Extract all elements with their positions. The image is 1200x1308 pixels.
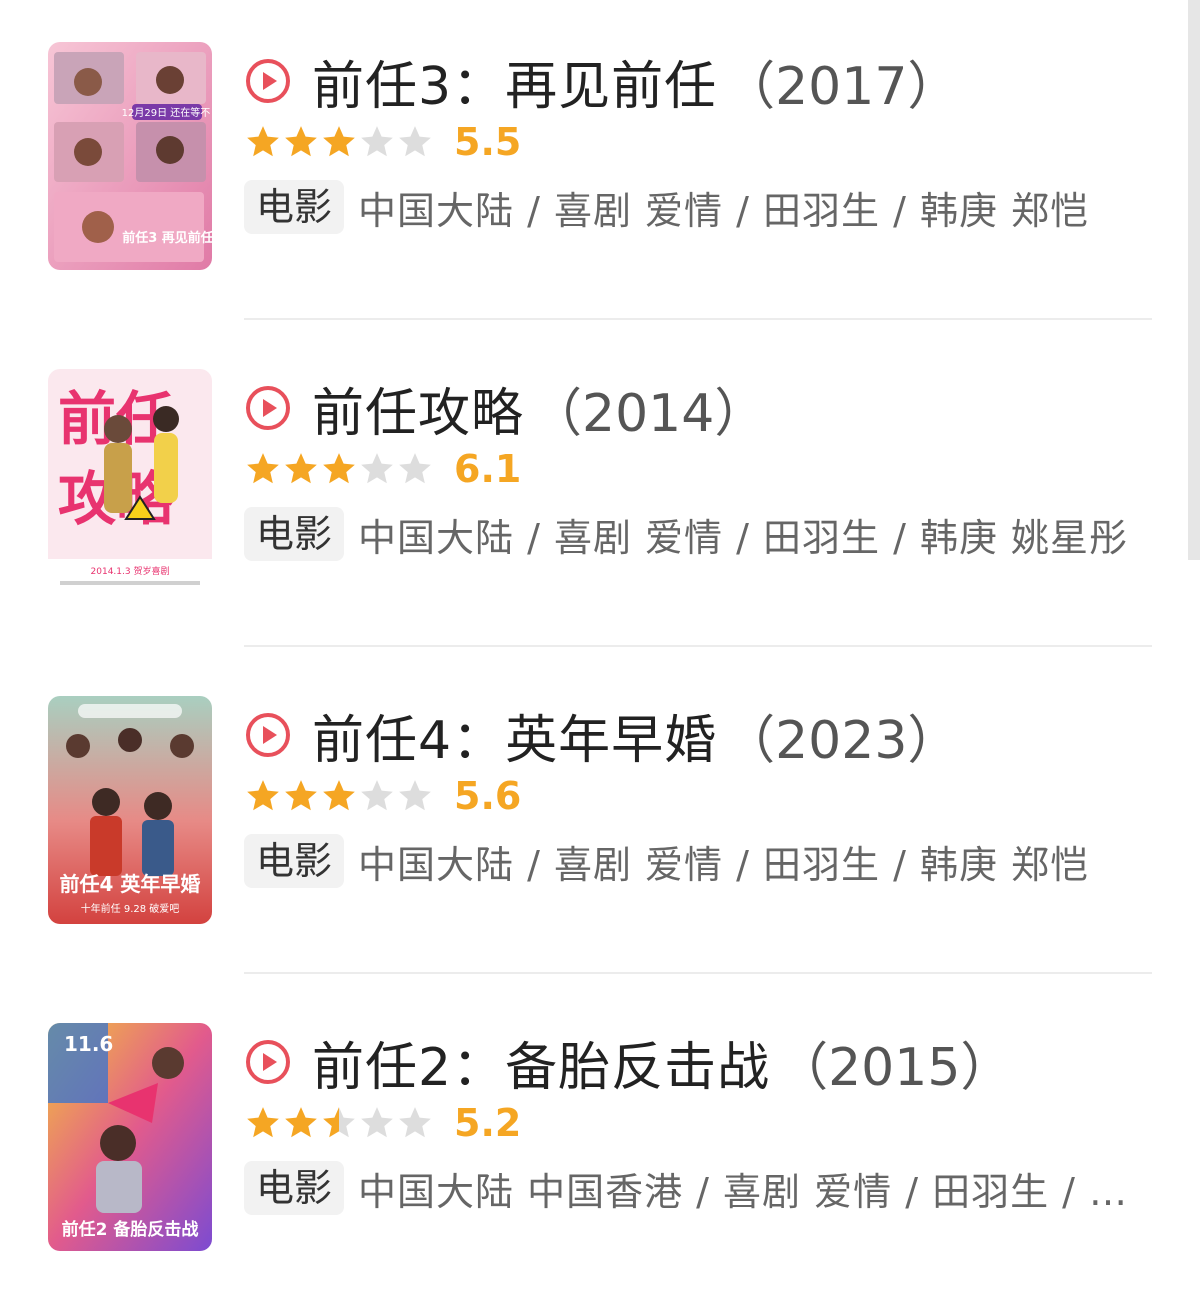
star-icon [247, 780, 279, 811]
movie-poster[interactable]: 前任4 英年早婚 十年前任 9.28 破爱吧 [48, 696, 212, 924]
title-row[interactable]: 前任3：再见前任 （2017） [244, 44, 960, 119]
meta-row: 电影 中国大陆 中国香港 / 喜剧 爱情 / 田羽生 / … [244, 1161, 1128, 1215]
poster-date: 2014.1.3 贺岁喜剧 [91, 565, 170, 577]
star-icon [285, 1107, 317, 1138]
star-icon [399, 453, 431, 484]
play-icon[interactable] [244, 57, 292, 105]
movie-meta: 中国大陆 中国香港 / 喜剧 爱情 / 田羽生 / … [358, 1169, 1129, 1214]
poster-date: 11.6 [64, 1032, 113, 1056]
movie-poster[interactable]: 11.6 前任2 备胎反击战 [48, 1023, 212, 1251]
rating-score: 6.1 [454, 447, 522, 491]
movie-poster[interactable]: 12月29日 还在等不 前任3 再见前任 [48, 42, 212, 270]
play-icon[interactable] [244, 1038, 292, 1086]
movie-meta: 中国大陆 / 喜剧 爱情 / 田羽生 / 韩庚 郑恺 [358, 188, 1090, 233]
rating-row: 5.5 [244, 118, 521, 166]
rating-row: 5.2 [244, 1099, 521, 1147]
star-icon [285, 126, 317, 157]
poster-title: 前任4 英年早婚 [60, 872, 201, 896]
movie-title[interactable]: 前任3：再见前任 [312, 44, 717, 119]
rating-score: 5.2 [454, 1101, 522, 1145]
star-icon [285, 780, 317, 811]
star-icon [361, 780, 393, 811]
movie-year: （2023） [723, 710, 960, 771]
title-row[interactable]: 前任4：英年早婚 （2023） [244, 698, 960, 773]
star-icon [323, 453, 355, 484]
poster-title: 前任3 再见前任 [122, 230, 212, 246]
rating-score: 5.5 [454, 120, 522, 164]
star-icon [247, 126, 279, 157]
star-icon [399, 126, 431, 157]
star-icon [285, 453, 317, 484]
poster-date: 十年前任 9.28 破爱吧 [81, 902, 180, 915]
movie-meta: 中国大陆 / 喜剧 爱情 / 田羽生 / 韩庚 郑恺 [358, 842, 1090, 887]
type-badge: 电影 [244, 1161, 345, 1215]
list-item[interactable]: 前任 攻略 2014.1.3 贺岁喜剧 前任攻略 （2014） [0, 327, 1188, 654]
title-row[interactable]: 前任攻略 （2014） [244, 371, 767, 446]
star-half-icon [323, 1107, 355, 1138]
movie-title[interactable]: 前任2：备胎反击战 [312, 1025, 770, 1100]
poster-image: 前任4 英年早婚 十年前任 9.28 破爱吧 [48, 696, 212, 924]
star-icon [399, 1107, 431, 1138]
star-icon [323, 126, 355, 157]
star-rating [244, 123, 434, 161]
star-icon [361, 1107, 393, 1138]
meta-row: 电影 中国大陆 / 喜剧 爱情 / 田羽生 / 韩庚 郑恺 [244, 180, 1089, 234]
star-icon [323, 780, 355, 811]
star-icon [361, 126, 393, 157]
title-row[interactable]: 前任2：备胎反击战 （2015） [244, 1025, 1013, 1100]
star-icon [399, 780, 431, 811]
rating-score: 5.6 [454, 774, 522, 818]
divider [244, 645, 1152, 647]
divider [244, 972, 1152, 974]
rating-row: 6.1 [244, 445, 521, 493]
poster-date: 12月29日 还在等不 [122, 106, 211, 119]
movie-title[interactable]: 前任攻略 [312, 371, 524, 446]
play-icon[interactable] [244, 384, 292, 432]
star-icon [361, 453, 393, 484]
type-badge: 电影 [244, 180, 345, 234]
poster-title: 前任2 备胎反击战 [62, 1219, 199, 1240]
star-icon [247, 453, 279, 484]
rating-row: 5.6 [244, 772, 521, 820]
movie-meta: 中国大陆 / 喜剧 爱情 / 田羽生 / 韩庚 姚星彤 [358, 515, 1129, 560]
poster-image: 前任 攻略 2014.1.3 贺岁喜剧 [48, 369, 212, 597]
movie-year: （2014） [530, 383, 767, 444]
movie-year: （2017） [723, 56, 960, 117]
meta-row: 电影 中国大陆 / 喜剧 爱情 / 田羽生 / 韩庚 郑恺 [244, 834, 1089, 888]
movie-poster[interactable]: 前任 攻略 2014.1.3 贺岁喜剧 [48, 369, 212, 597]
star-rating [244, 777, 434, 815]
star-rating [244, 450, 434, 488]
poster-image: 11.6 前任2 备胎反击战 [48, 1023, 212, 1251]
type-badge: 电影 [244, 507, 345, 561]
poster-image: 12月29日 还在等不 前任3 再见前任 [48, 42, 212, 270]
list-item[interactable]: 11.6 前任2 备胎反击战 前任2：备胎反击战 （2015） 5.2 电影 中… [0, 981, 1188, 1308]
star-icon [247, 1107, 279, 1138]
divider [244, 318, 1152, 320]
type-badge: 电影 [244, 834, 345, 888]
star-rating [244, 1104, 434, 1142]
scrollbar[interactable] [1188, 0, 1200, 560]
meta-row: 电影 中国大陆 / 喜剧 爱情 / 田羽生 / 韩庚 姚星彤 [244, 507, 1128, 561]
movie-title[interactable]: 前任4：英年早婚 [312, 698, 717, 773]
play-icon[interactable] [244, 711, 292, 759]
list-item[interactable]: 12月29日 还在等不 前任3 再见前任 前任3：再见前任 （2017） 5.5 [0, 0, 1188, 327]
list-item[interactable]: 前任4 英年早婚 十年前任 9.28 破爱吧 前任4：英年早婚 （2023） 5… [0, 654, 1188, 981]
movie-year: （2015） [776, 1037, 1013, 1098]
